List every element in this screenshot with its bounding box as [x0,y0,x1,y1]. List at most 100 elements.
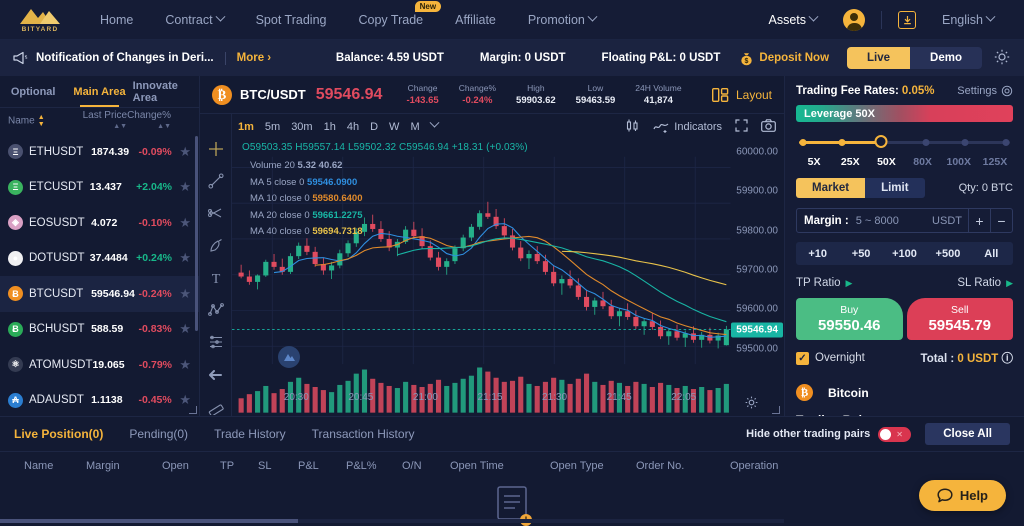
candle-type-icon[interactable] [625,118,640,136]
leverage-tick-25x[interactable]: 25X [832,156,868,168]
horizontal-scrollbar[interactable] [0,519,784,523]
layout-button[interactable]: Layout [712,88,772,102]
timeframe-4h[interactable]: 4h [347,121,359,133]
margin-input[interactable]: 5 ~ 8000 [856,209,926,232]
timeframe-D[interactable]: D [370,121,378,133]
buy-button[interactable]: Buy 59550.46 [796,298,903,340]
fibonacci-tool-icon[interactable] [206,204,226,222]
leverage-slider[interactable] [796,134,1013,150]
nav-item-spot-trading[interactable]: Spot Trading [240,0,343,40]
measure-tool-icon[interactable] [206,398,226,416]
settings-button[interactable]: Settings [957,85,1013,97]
slider-tick-5x[interactable] [799,139,806,146]
favorite-star-icon[interactable]: ★ [179,321,191,337]
leverage-tick-80x[interactable]: 80X [905,156,941,168]
nav-item-home[interactable]: Home [84,0,149,40]
timeframe-1h[interactable]: 1h [324,121,336,133]
col-name-header[interactable]: Name▲▼ [8,114,76,128]
tab-innovate-area[interactable]: Innovate Area [133,76,199,107]
resize-handle[interactable] [189,406,197,414]
quick-amount-plus500[interactable]: +500 [926,242,969,265]
info-icon[interactable]: ⓘ [1002,353,1014,365]
pattern-tool-icon[interactable] [206,301,226,319]
nav-item-language[interactable]: English [926,0,1010,40]
coin-list[interactable]: ΞETHUSDT1874.39-0.09%★ΞETCUSDT13.437+2.0… [0,134,199,416]
tab-live-position[interactable]: Live Position(0) [14,427,103,441]
tab-pending[interactable]: Pending(0) [129,427,188,441]
slider-tick-25x[interactable] [838,139,845,146]
chart-resize-handle[interactable] [772,406,780,414]
avatar[interactable] [843,9,865,31]
live-option[interactable]: Live [847,47,910,69]
brush-tool-icon[interactable] [206,237,226,255]
margin-decrement-button[interactable]: − [990,209,1012,232]
quick-amount-plus100[interactable]: +100 [883,242,926,265]
help-button[interactable]: Help [919,480,1006,511]
timeframe-5m[interactable]: 5m [265,121,280,133]
tab-optional[interactable]: Optional [0,76,66,107]
fullscreen-icon[interactable] [735,119,748,135]
quick-amount-plus10[interactable]: +10 [796,242,839,265]
margin-increment-button[interactable]: + [968,209,990,232]
slider-tick-125x[interactable] [1003,139,1010,146]
timeframe-W[interactable]: W [389,121,399,133]
col-price-header[interactable]: Last Price▲▼ [76,110,128,132]
scrollbar[interactable] [195,136,198,331]
favorite-star-icon[interactable]: ★ [179,357,191,373]
theme-toggle-icon[interactable] [994,49,1010,68]
tp-ratio-button[interactable]: TP Ratio▶ [796,277,852,289]
tab-transaction-history[interactable]: Transaction History [312,427,415,441]
coin-row-eosusdt[interactable]: ◈EOSUSDT4.072-0.10%★ [0,205,199,241]
chart-settings-icon[interactable] [745,396,758,412]
overnight-checkbox[interactable]: ✓ [796,352,809,365]
tab-main-area[interactable]: Main Area [66,76,132,107]
slider-tick-100x[interactable] [962,139,969,146]
download-app-icon[interactable] [898,11,916,29]
timeframe-M[interactable]: M [410,121,419,133]
tab-trade-history[interactable]: Trade History [214,427,286,441]
indicators-button[interactable]: Indicators [653,120,722,134]
leverage-tick-100x[interactable]: 100X [941,156,977,168]
nav-item-contract[interactable]: Contract [149,0,239,40]
chevron-down-icon[interactable] [429,118,439,128]
leverage-tick-125x[interactable]: 125X [977,156,1013,168]
leverage-tick-5x[interactable]: 5X [796,156,832,168]
margin-input-group[interactable]: Margin : 5 ~ 8000 USDT + − [796,208,1013,233]
coin-row-dotusdt[interactable]: ●DOTUSDT37.4484+0.24%★ [0,241,199,277]
notification-more-link[interactable]: More › [237,52,272,64]
close-all-button[interactable]: Close All [925,423,1010,445]
coin-row-adausdt[interactable]: ₳ADAUSDT1.1138-0.45%★ [0,383,199,417]
hide-other-pairs-toggle[interactable]: ✕ [878,427,911,442]
timeframe-1m[interactable]: 1m [238,121,254,133]
sl-ratio-button[interactable]: SL Ratio▶ [957,277,1013,289]
slider-tick-80x[interactable] [923,139,930,146]
favorite-star-icon[interactable]: ★ [179,179,191,195]
demo-option[interactable]: Demo [910,47,982,69]
undo-arrow-icon[interactable] [206,366,226,384]
nav-item-promotion[interactable]: Promotion [512,0,612,40]
quick-amount-plus50[interactable]: +50 [839,242,882,265]
chart-canvas-wrapper[interactable]: 1m5m30m1h4hDWMIndicators O59503.35 H5955… [232,114,784,416]
live-demo-toggle[interactable]: Live Demo [847,47,982,69]
trend-line-tool-icon[interactable] [206,172,226,190]
coin-row-ethusdt[interactable]: ΞETHUSDT1874.39-0.09%★ [0,134,199,170]
nav-item-copy-trade[interactable]: Copy Trade New [342,0,439,40]
coin-row-bchusdt[interactable]: ɃBCHUSDT588.59-0.83%★ [0,312,199,348]
camera-icon[interactable] [761,119,776,135]
text-tool-icon[interactable]: T [206,269,226,287]
col-change-header[interactable]: Change%▲▼ [127,110,191,132]
sell-button[interactable]: Sell 59545.79 [907,298,1014,340]
position-tool-icon[interactable] [206,333,226,351]
slider-knob[interactable] [874,135,887,148]
order-type-market[interactable]: Market [796,178,865,198]
coin-row-btcusdt[interactable]: ɃBTCUSDT59546.94-0.24%★ [0,276,199,312]
favorite-star-icon[interactable]: ★ [179,215,191,231]
favorite-star-icon[interactable]: ★ [179,250,191,266]
order-type-limit[interactable]: Limit [865,178,924,198]
chart-back-button[interactable] [278,346,300,368]
quick-amount-all[interactable]: All [970,242,1013,265]
favorite-star-icon[interactable]: ★ [179,286,191,302]
bityard-logo[interactable]: BITYARD [14,7,66,33]
timeframe-30m[interactable]: 30m [291,121,312,133]
leverage-tick-50x[interactable]: 50X [868,156,904,168]
